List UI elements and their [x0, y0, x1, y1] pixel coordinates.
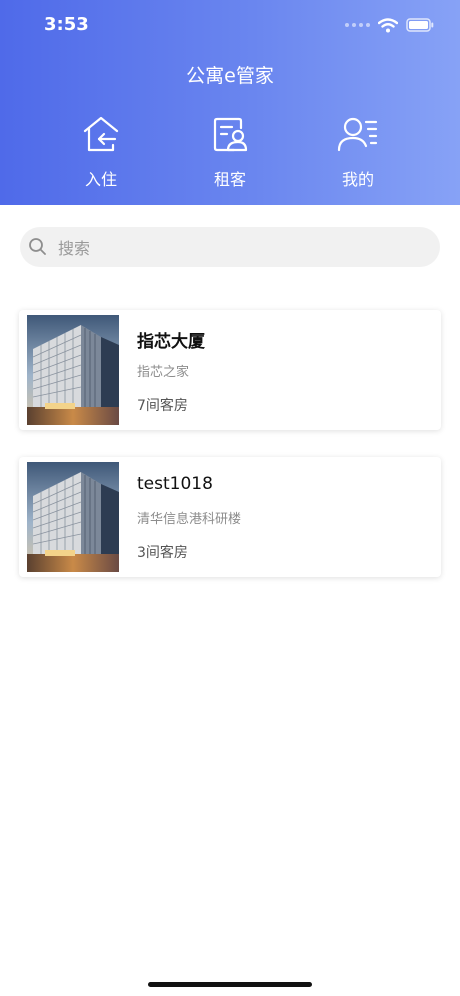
- building-thumbnail: [27, 315, 119, 425]
- home-indicator[interactable]: [148, 982, 312, 987]
- home-checkin-icon: [83, 116, 119, 152]
- battery-icon: [406, 18, 434, 32]
- property-subtitle: 清华信息港科研楼: [137, 512, 242, 527]
- nav-checkin-label: 入住: [84, 170, 117, 189]
- status-time: 3:53: [44, 14, 89, 35]
- nav-tenant-label: 租客: [213, 170, 246, 189]
- status-icons: [345, 15, 434, 35]
- nav-mine-label: 我的: [341, 170, 374, 189]
- cellular-signal-icon: [345, 23, 370, 27]
- app-title: 公寓e管家: [186, 65, 274, 87]
- app-header: 3:53 公寓e管家 入住 租客 我的: [0, 0, 460, 205]
- property-name: test1018: [137, 474, 213, 494]
- nav-checkin-button[interactable]: 入住: [56, 112, 146, 190]
- property-name: 指芯大厦: [137, 332, 205, 352]
- building-thumbnail: [27, 462, 119, 572]
- search-input[interactable]: [56, 227, 430, 269]
- wifi-icon: [378, 17, 398, 32]
- property-card[interactable]: 指芯大厦 指芯之家 7间客房: [19, 310, 441, 430]
- property-subtitle: 指芯之家: [137, 365, 190, 380]
- search-icon: [29, 238, 46, 255]
- user-profile-icon: [337, 117, 378, 152]
- nav-mine-button[interactable]: 我的: [313, 112, 403, 190]
- tenant-card-icon: [213, 117, 248, 152]
- nav-tenant-button[interactable]: 租客: [185, 112, 275, 190]
- property-card[interactable]: test1018 清华信息港科研楼 3间客房: [19, 457, 441, 577]
- property-room-count: 7间客房: [137, 398, 188, 414]
- property-room-count: 3间客房: [137, 545, 188, 561]
- search-bar[interactable]: [20, 227, 440, 269]
